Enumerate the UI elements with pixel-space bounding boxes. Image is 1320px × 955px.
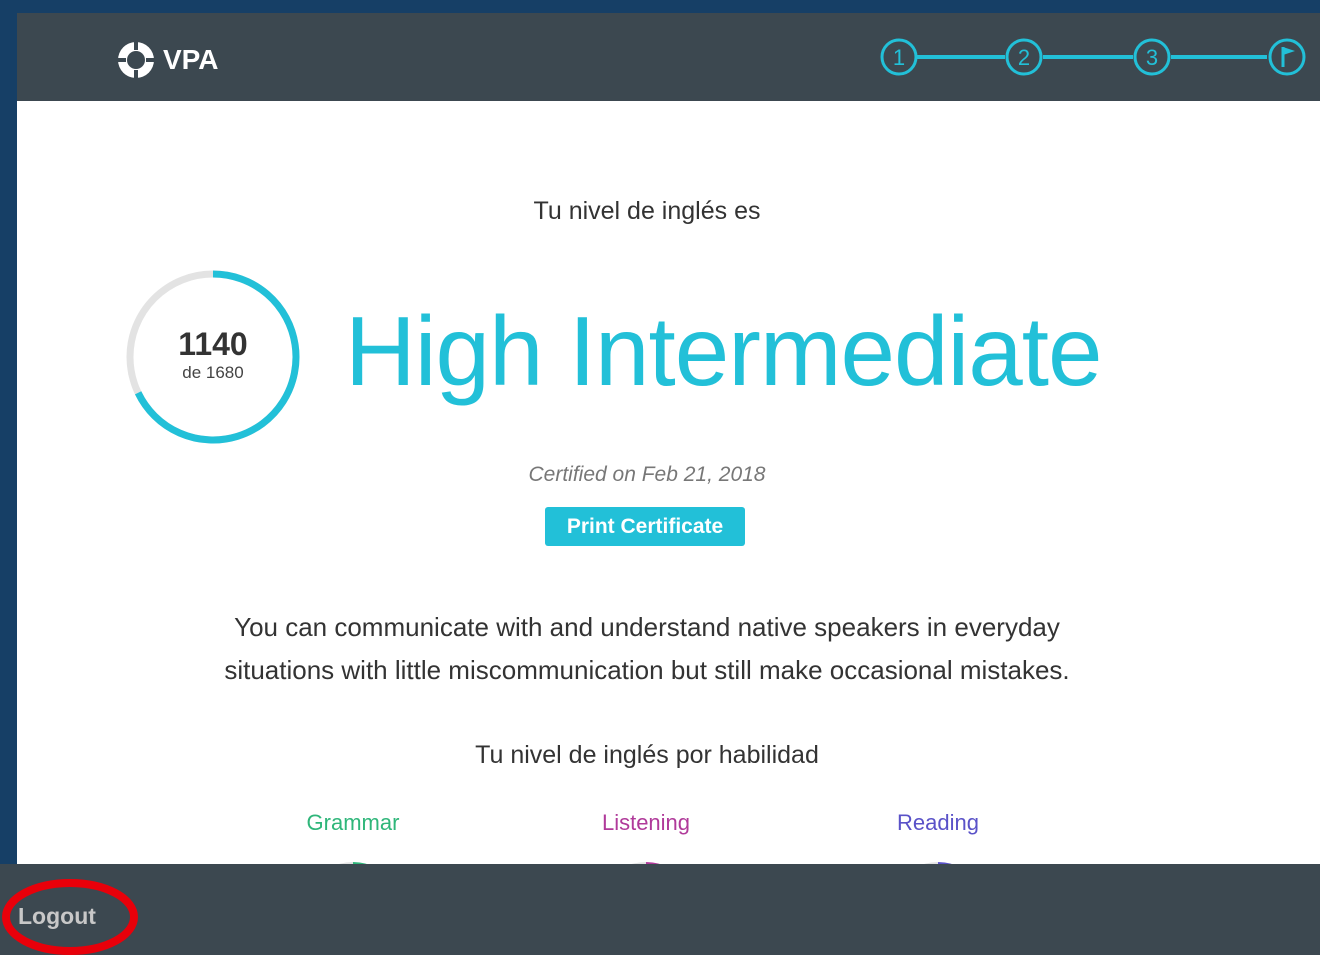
print-certificate-button[interactable]: Print Certificate xyxy=(545,507,745,546)
step-3-label: 3 xyxy=(1146,45,1158,70)
step-2: 2 xyxy=(1005,38,1043,76)
step-1-label: 1 xyxy=(893,45,905,70)
description-line-1: You can communicate with and understand … xyxy=(234,612,1060,642)
vpa-logo[interactable]: VPA xyxy=(117,41,219,79)
step-3: 3 xyxy=(1133,38,1171,76)
finish-flag-icon xyxy=(1268,38,1306,76)
step-1: 1 xyxy=(880,38,918,76)
vpa-logo-icon xyxy=(118,42,154,78)
step-2-label: 2 xyxy=(1018,45,1030,70)
score-max: de 1680 xyxy=(182,363,244,382)
level-description: You can communicate with and understand … xyxy=(17,606,1277,692)
logo-text: VPA xyxy=(163,44,219,75)
skill-grammar-label: Grammar xyxy=(306,810,400,835)
certified-date: Certified on Feb 21, 2018 xyxy=(528,463,766,486)
skill-reading-label: Reading xyxy=(897,810,979,835)
skill-listening-label: Listening xyxy=(601,810,691,835)
description-line-2: situations with little miscommunication … xyxy=(224,655,1070,685)
top-navigation-bar: VPA 1 2 3 xyxy=(17,13,1320,101)
app-frame: VPA 1 2 3 Tu nivel de inglés es 1140 de … xyxy=(17,13,1320,955)
progress-stepper: 1 2 3 xyxy=(880,38,1306,76)
score-value: 1140 xyxy=(178,326,248,362)
highlight-circle-annotation xyxy=(2,879,138,955)
level-title: High Intermediate xyxy=(345,296,1103,406)
level-intro: Tu nivel de inglés es xyxy=(533,197,761,225)
skills-heading: Tu nivel de inglés por habilidad xyxy=(475,741,819,769)
bottom-bar xyxy=(0,864,1320,955)
